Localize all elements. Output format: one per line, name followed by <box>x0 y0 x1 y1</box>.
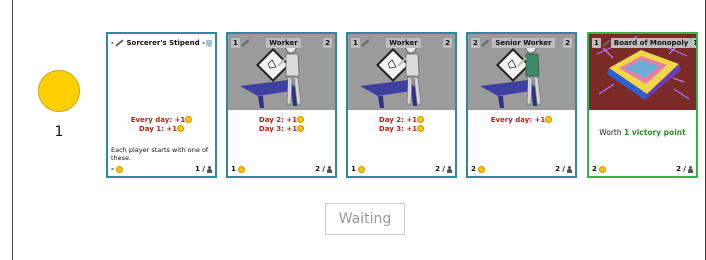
card-header: 1 Board of Monopoly 1 <box>589 34 696 52</box>
coin-icon <box>115 165 123 173</box>
card-foot-left: - <box>111 165 114 173</box>
shield-icon <box>206 39 212 47</box>
coin-icon <box>598 165 606 173</box>
card-effects: Day 2: +1 Day 3: +1 <box>228 116 335 134</box>
victory-point-text: 1 victory point <box>624 128 686 137</box>
card-cost: 2 <box>471 38 480 48</box>
coin-icon <box>185 116 193 123</box>
card-foot-left: 2 <box>471 165 476 173</box>
wand-icon <box>115 39 124 47</box>
coin-icon <box>357 165 365 173</box>
card-footer: 2 2 / <box>471 164 572 174</box>
card-worker[interactable]: 1 Worker 2 Day 2: +1 Day 3: +1 1 2 / <box>346 32 457 178</box>
card-flavor: Each player starts with one of these. <box>111 146 209 162</box>
effect-line: Day 1: +1 <box>138 125 178 133</box>
card-right-label: 2 <box>323 38 332 48</box>
coin-icon <box>417 125 425 132</box>
card-foot-left: 1 <box>231 165 236 173</box>
card-footer: - 1 / <box>111 164 212 174</box>
effect-prefix: Worth <box>599 128 625 137</box>
coin-icon <box>417 116 425 123</box>
card-header: 1 Worker 2 <box>348 34 455 52</box>
card-cost: 1 <box>592 38 601 48</box>
card-effects: Every day: +1 Day 1: +1 <box>108 116 215 134</box>
card-foot-right: 1 / <box>195 165 205 173</box>
card-right-label: 2 <box>563 38 572 48</box>
person-icon <box>327 165 332 173</box>
effect-line: Day 3: +1 <box>258 125 298 133</box>
card-footer: 1 2 / <box>351 164 452 174</box>
wand-icon <box>481 39 490 47</box>
card-footer: 1 2 / <box>231 164 332 174</box>
card-effects: Every day: +1 <box>468 116 575 125</box>
effect-line: Day 3: +1 <box>378 125 418 133</box>
card-sorcerers-stipend[interactable]: - Sorcerer's Stipend - Every day: +1 Day… <box>106 32 217 178</box>
card-foot-left: 2 <box>592 165 597 173</box>
person-icon <box>567 165 572 173</box>
card-effects: Day 2: +1 Day 3: +1 <box>348 116 455 134</box>
coin-icon <box>177 125 185 132</box>
card-cost: 1 <box>231 38 240 48</box>
card-right-label: 2 <box>443 38 452 48</box>
coin-icon <box>545 116 553 123</box>
card-board-of-monopoly[interactable]: 1 Board of Monopoly 1 Worth 1 victory po… <box>587 32 698 178</box>
card-foot-right: 2 / <box>676 165 686 173</box>
card-header: 1 Worker 2 <box>228 34 335 52</box>
coin-icon <box>237 165 245 173</box>
effect-line: Every day: +1 <box>130 116 186 124</box>
wand-icon <box>602 39 611 47</box>
card-title: Sorcerer's Stipend <box>126 39 200 47</box>
person-icon <box>207 165 212 173</box>
card-title: Worker <box>266 38 301 48</box>
card-foot-left: 1 <box>351 165 356 173</box>
waiting-button[interactable]: Waiting <box>325 203 405 235</box>
person-icon <box>688 165 693 173</box>
effect-line: Day 2: +1 <box>258 116 298 124</box>
card-title: Board of Monopoly <box>610 38 692 48</box>
card-right-label: - <box>202 39 205 47</box>
coin-icon <box>477 165 485 173</box>
card-worker[interactable]: 1 Worker 2 Day 2: +1 Day 3: +1 1 2 / <box>226 32 337 178</box>
wand-icon <box>361 39 370 47</box>
card-cost: 1 <box>351 38 360 48</box>
coin-icon <box>297 125 305 132</box>
card-effects: Worth 1 victory point <box>589 128 696 137</box>
effect-line: Every day: +1 <box>490 116 546 124</box>
wand-icon <box>241 39 250 47</box>
coin-count: 1 <box>54 124 64 140</box>
card-foot-right: 2 / <box>435 165 445 173</box>
card-title: Senior Worker <box>492 38 555 48</box>
card-footer: 2 2 / <box>592 164 693 174</box>
person-icon <box>447 165 452 173</box>
card-right-label: 1 <box>691 38 696 48</box>
coin-icon <box>38 70 80 112</box>
card-senior-worker[interactable]: 2 Senior Worker 2 Every day: +1 2 2 / <box>466 32 577 178</box>
effect-line: Day 2: +1 <box>378 116 418 124</box>
card-foot-right: 2 / <box>315 165 325 173</box>
card-header: - Sorcerer's Stipend - <box>108 34 215 52</box>
card-title: Worker <box>386 38 421 48</box>
card-header: 2 Senior Worker 2 <box>468 34 575 52</box>
coin-icon <box>297 116 305 123</box>
card-foot-right: 2 / <box>555 165 565 173</box>
card-cost: - <box>111 39 114 47</box>
